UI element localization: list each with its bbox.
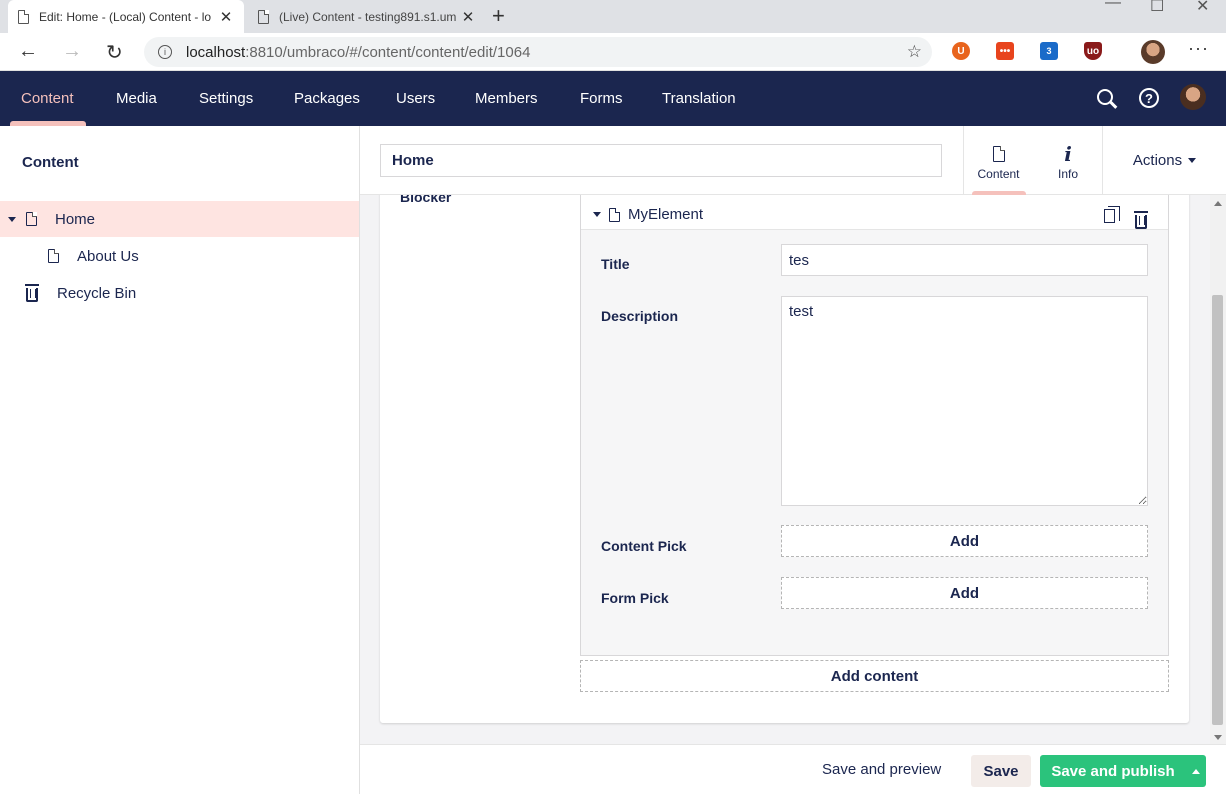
- content-tree: Content Home About Us Recycle Bin: [0, 126, 360, 794]
- document-icon: [609, 207, 620, 222]
- url-host: localhost: [186, 43, 246, 61]
- browser-tab-inactive[interactable]: (Live) Content - testing891.s1.um ✕: [248, 0, 486, 33]
- collapse-caret-icon[interactable]: [593, 212, 601, 217]
- title-field[interactable]: [781, 244, 1148, 276]
- nav-users[interactable]: Users: [396, 71, 435, 126]
- document-icon: [258, 9, 269, 24]
- delete-icon[interactable]: [1134, 211, 1148, 229]
- extension-badge: 3: [1046, 46, 1052, 56]
- field-label-description: Description: [601, 308, 679, 324]
- nav-settings[interactable]: Settings: [199, 71, 253, 126]
- browser-tab-active[interactable]: Edit: Home - (Local) Content - lo ✕: [8, 0, 244, 33]
- description-field[interactable]: test: [781, 296, 1148, 506]
- expand-caret-icon[interactable]: [0, 216, 24, 222]
- block-item: MyElement Title Description test Content…: [580, 195, 1169, 656]
- tab-content[interactable]: Content: [963, 126, 1033, 195]
- field-label-title: Title: [601, 256, 630, 272]
- back-arrow-icon[interactable]: ←: [18, 40, 38, 63]
- info-icon: i: [1064, 141, 1072, 166]
- document-icon: [26, 212, 37, 226]
- tree-item-about-us[interactable]: About Us: [0, 238, 359, 274]
- save-and-preview-button[interactable]: Save and preview: [822, 761, 941, 778]
- forward-arrow-icon[interactable]: →: [62, 40, 82, 63]
- publish-options-chevron-up-icon[interactable]: [1186, 755, 1206, 787]
- minimize-icon[interactable]: —: [1105, 0, 1121, 11]
- tree-item-label: Home: [55, 210, 96, 228]
- add-content-button[interactable]: Add content: [580, 660, 1169, 692]
- toolbar-extension-icon[interactable]: •••: [996, 42, 1014, 60]
- document-icon: [48, 249, 59, 263]
- nav-packages[interactable]: Packages: [294, 71, 360, 126]
- editor-footer: Save and preview Save Save and publish: [360, 744, 1226, 794]
- bookmark-star-icon[interactable]: ☆: [907, 42, 922, 62]
- editor-scrollbar[interactable]: [1210, 195, 1226, 744]
- shield-extension-icon[interactable]: uo: [1084, 42, 1102, 60]
- nav-translation[interactable]: Translation: [662, 71, 736, 126]
- editor-header: Content i Info Actions: [360, 126, 1226, 195]
- copy-icon[interactable]: [1104, 206, 1120, 223]
- nav-media[interactable]: Media: [116, 71, 157, 126]
- property-panel: Blocker MyElement Title Description test…: [380, 195, 1189, 723]
- field-label-form-pick: Form Pick: [601, 590, 669, 606]
- close-tab-icon[interactable]: ✕: [218, 8, 234, 26]
- tab-label: Info: [1057, 166, 1078, 181]
- maximize-icon[interactable]: ☐: [1150, 0, 1164, 15]
- search-icon[interactable]: [1097, 89, 1113, 105]
- scroll-up-icon[interactable]: [1214, 201, 1222, 206]
- browser-profile-avatar[interactable]: [1141, 40, 1165, 64]
- save-and-publish-button[interactable]: Save and publish: [1040, 755, 1186, 787]
- refresh-icon[interactable]: ↻: [106, 40, 123, 65]
- document-icon: [992, 145, 1005, 162]
- form-pick-add-button[interactable]: Add: [781, 577, 1148, 609]
- scroll-down-icon[interactable]: [1214, 735, 1222, 740]
- editor-body: Blocker MyElement Title Description test…: [360, 195, 1210, 744]
- address-toolbar: ← → ↻ i localhost:8810/umbraco/#/content…: [0, 33, 1226, 71]
- property-label: Blocker: [400, 195, 452, 205]
- content-pick-add-button[interactable]: Add: [781, 525, 1148, 557]
- actions-label: Actions: [1132, 152, 1183, 169]
- close-window-icon[interactable]: ✕: [1196, 0, 1209, 15]
- site-info-icon[interactable]: i: [158, 45, 172, 59]
- block-title[interactable]: MyElement: [593, 206, 703, 223]
- tree-item-label: About Us: [77, 247, 139, 265]
- actions-button[interactable]: Actions: [1102, 126, 1226, 195]
- tab-info[interactable]: i Info: [1033, 126, 1103, 195]
- scrollbar-thumb[interactable]: [1212, 295, 1223, 725]
- counter-extension-icon[interactable]: 3: [1040, 42, 1058, 60]
- tree-item-recycle-bin[interactable]: Recycle Bin: [0, 275, 359, 311]
- chevron-down-icon: [1188, 158, 1197, 163]
- umbraco-header: Content Media Settings Packages Users Me…: [0, 71, 1226, 126]
- tree-title: Content: [22, 154, 79, 171]
- nav-members[interactable]: Members: [475, 71, 538, 126]
- tab-label: Content: [977, 166, 1020, 181]
- save-button[interactable]: Save: [971, 755, 1031, 787]
- more-menu-icon[interactable]: ···: [1188, 38, 1209, 59]
- field-label-content-pick: Content Pick: [601, 538, 687, 554]
- url-bar[interactable]: i localhost:8810/umbraco/#/content/conte…: [144, 37, 932, 67]
- document-icon: [18, 9, 29, 24]
- close-tab-icon[interactable]: ✕: [460, 8, 476, 26]
- nav-content[interactable]: Content: [21, 71, 74, 126]
- ublock-origin-icon[interactable]: U: [952, 42, 970, 60]
- browser-tabstrip: Edit: Home - (Local) Content - lo ✕ (Liv…: [0, 0, 1226, 33]
- block-title-label: MyElement: [628, 206, 704, 223]
- tree-item-home[interactable]: Home: [0, 201, 359, 237]
- url-path: :8810/umbraco/#/content/content/edit/106…: [245, 43, 531, 61]
- node-name-input[interactable]: [380, 144, 942, 177]
- browser-tab-title: (Live) Content - testing891.s1.um: [279, 9, 457, 24]
- help-icon[interactable]: ?: [1139, 88, 1159, 108]
- new-tab-button[interactable]: +: [492, 3, 505, 29]
- trash-icon: [25, 283, 39, 302]
- nav-forms[interactable]: Forms: [580, 71, 623, 126]
- user-avatar[interactable]: [1180, 84, 1206, 110]
- tree-item-label: Recycle Bin: [57, 284, 137, 302]
- browser-tab-title: Edit: Home - (Local) Content - lo: [39, 9, 212, 24]
- block-header[interactable]: MyElement: [581, 195, 1168, 230]
